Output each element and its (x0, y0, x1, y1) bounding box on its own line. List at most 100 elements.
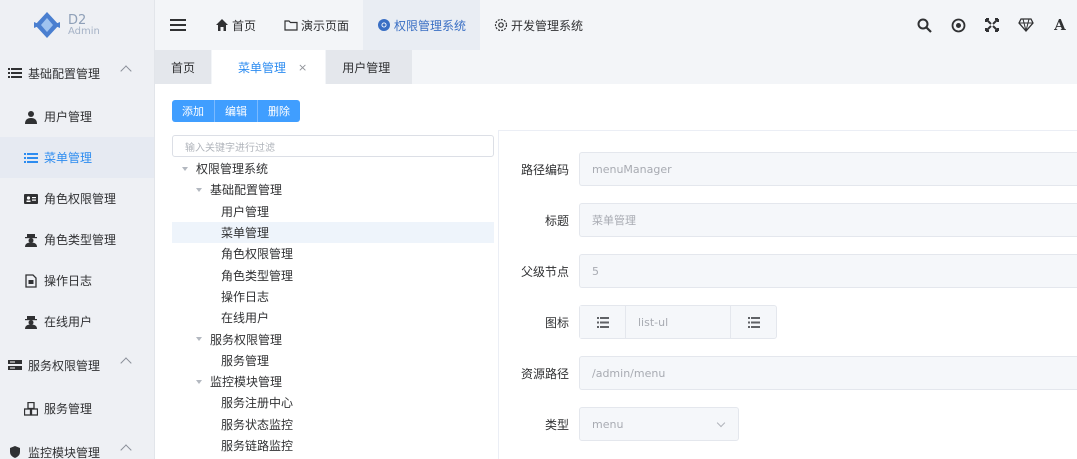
sidebar-item-role-type[interactable]: 角色类型管理 (0, 219, 154, 260)
menu-form: 路径编码 menuManager 标题 菜单管理 父级节点 5 图标 list-… (498, 130, 1077, 459)
tree-node[interactable]: 服务权限管理 (172, 328, 494, 349)
type-select[interactable]: menu (579, 407, 739, 441)
tree-node-label: 角色类型管理 (221, 268, 294, 283)
tree-node[interactable]: 用户管理 (172, 201, 494, 222)
topnav-demo-pages[interactable]: 演示页面 (270, 0, 363, 50)
sidebar-item-service-manage[interactable]: 服务管理 (0, 388, 154, 429)
sidebar-item-menu-manage[interactable]: 菜单管理 (0, 137, 154, 178)
form-row-title: 标题 菜单管理 (499, 203, 1077, 237)
topnav-home[interactable]: 首页 (201, 0, 270, 50)
tree-node-label: 在线用户 (221, 311, 270, 326)
user-secret-icon (24, 315, 38, 329)
tab-menu-manage[interactable]: 菜单管理 × (212, 50, 326, 84)
tree-node-label: 基础配置管理 (210, 183, 283, 198)
user-secret-icon (24, 233, 38, 247)
server-icon (8, 358, 22, 372)
logo-subtitle: Admin (68, 25, 100, 37)
form-label: 类型 (544, 417, 569, 432)
tree-node[interactable]: 监控模块管理 (172, 371, 494, 392)
chevron-up-icon (120, 65, 132, 77)
fullscreen-button[interactable] (975, 18, 1009, 32)
add-button[interactable]: 添加 (172, 100, 215, 122)
topnav-dev-system[interactable]: 开发管理系统 (480, 0, 597, 50)
d2-logo-icon (34, 12, 60, 38)
sidebar-group-monitor[interactable]: 监控模块管理 (0, 429, 154, 459)
sidebar-item-label: 在线用户 (44, 315, 93, 329)
form-row-type: 类型 menu (499, 407, 1077, 441)
target-button[interactable] (941, 18, 975, 33)
tree-node[interactable]: 服务管理 (172, 350, 494, 371)
tree-node[interactable]: 菜单管理 (172, 221, 494, 244)
resource-path-input[interactable]: /admin/menu (579, 356, 1077, 390)
tree-node-label: 角色权限管理 (221, 247, 294, 262)
tree-node-label: 权限管理系统 (196, 162, 269, 177)
font-size-button[interactable]: A (1043, 16, 1077, 34)
logo[interactable]: D2 Admin (0, 0, 154, 50)
tab-label: 首页 (171, 60, 196, 75)
tree-node[interactable]: 服务链路监控 (172, 435, 494, 456)
tree-node-label: 菜单管理 (221, 226, 270, 241)
sidebar: D2 Admin 基础配置管理 用户管理 菜单管理 角色权限管理 角色类型管理 (0, 0, 155, 459)
list-icon (24, 151, 38, 165)
edit-button[interactable]: 编辑 (215, 100, 258, 122)
parent-node-input[interactable]: 5 (579, 254, 1077, 288)
delete-button[interactable]: 删除 (258, 100, 300, 122)
theme-button[interactable] (1009, 18, 1043, 32)
menu-tree: 权限管理系统 基础配置管理 用户管理 菜单管理 角色权限管理 角色类型管理 操作… (172, 158, 494, 456)
search-button[interactable] (907, 18, 941, 33)
tree-node-label: 用户管理 (221, 204, 270, 219)
form-row-icon: 图标 list-ul (499, 305, 1077, 339)
tree-node[interactable]: 在线用户 (172, 307, 494, 328)
sidebar-group-label: 服务权限管理 (28, 358, 101, 373)
topnav-label: 开发管理系统 (511, 18, 584, 33)
sidebar-group-basic-config[interactable]: 基础配置管理 (0, 50, 154, 96)
tree-filter-input[interactable]: 输入关键字进行过滤 (172, 135, 494, 157)
form-row-parent: 父级节点 5 (499, 254, 1077, 288)
sidebar-item-role-permission[interactable]: 角色权限管理 (0, 178, 154, 219)
icon-select-button[interactable] (730, 306, 776, 338)
header-actions: A (907, 0, 1077, 50)
tree-node[interactable]: 权限管理系统 (172, 158, 494, 179)
title-input[interactable]: 菜单管理 (579, 203, 1077, 237)
menu-toggle-button[interactable] (155, 18, 201, 32)
sidebar-item-operation-log[interactable]: 操作日志 (0, 260, 154, 301)
tree-node[interactable]: 角色类型管理 (172, 264, 494, 285)
logo-title: D2 (68, 12, 87, 28)
chevron-up-icon (120, 444, 132, 456)
close-icon[interactable]: × (298, 61, 307, 74)
tree-node[interactable]: 基础配置管理 (172, 179, 494, 200)
topnav-permission-system[interactable]: 权限管理系统 (363, 0, 481, 50)
caret-down-icon[interactable] (196, 337, 202, 342)
tree-node-label: 服务注册中心 (221, 396, 294, 411)
page-tabs: 首页 菜单管理 × 用户管理 (155, 50, 1077, 84)
sidebar-item-online-users[interactable]: 在线用户 (0, 301, 154, 342)
user-icon (24, 110, 38, 124)
form-row-resource-path: 资源路径 /admin/menu (499, 356, 1077, 390)
tree-node[interactable]: 服务注册中心 (172, 392, 494, 413)
id-card-icon (24, 192, 38, 206)
target-icon (951, 18, 965, 32)
path-code-input[interactable]: menuManager (579, 152, 1077, 186)
form-label: 标题 (544, 213, 569, 228)
icon-picker-input[interactable]: list-ul (579, 305, 777, 339)
home-icon (215, 18, 229, 32)
caret-down-icon[interactable] (182, 166, 188, 171)
chrome-icon (377, 18, 391, 32)
sidebar-item-user-manage[interactable]: 用户管理 (0, 96, 154, 137)
tree-node[interactable]: 操作日志 (172, 286, 494, 307)
tree-node[interactable]: 角色权限管理 (172, 243, 494, 264)
caret-down-icon[interactable] (196, 379, 202, 384)
type-select-value: menu (592, 417, 624, 431)
caret-down-icon[interactable] (196, 187, 202, 192)
tab-home[interactable]: 首页 (155, 50, 212, 84)
search-icon (917, 18, 932, 33)
hamburger-icon (170, 19, 186, 31)
tab-user-manage[interactable]: 用户管理 (326, 50, 413, 84)
toolbar: 添加 编辑 删除 (172, 100, 300, 122)
sidebar-group-service-permission[interactable]: 服务权限管理 (0, 342, 154, 388)
form-label: 父级节点 (520, 264, 569, 279)
sidebar-item-label: 角色权限管理 (44, 192, 117, 206)
tree-node[interactable]: 服务状态监控 (172, 414, 494, 435)
tab-label: 菜单管理 (238, 60, 287, 75)
tree-node-label: 服务管理 (221, 353, 270, 368)
